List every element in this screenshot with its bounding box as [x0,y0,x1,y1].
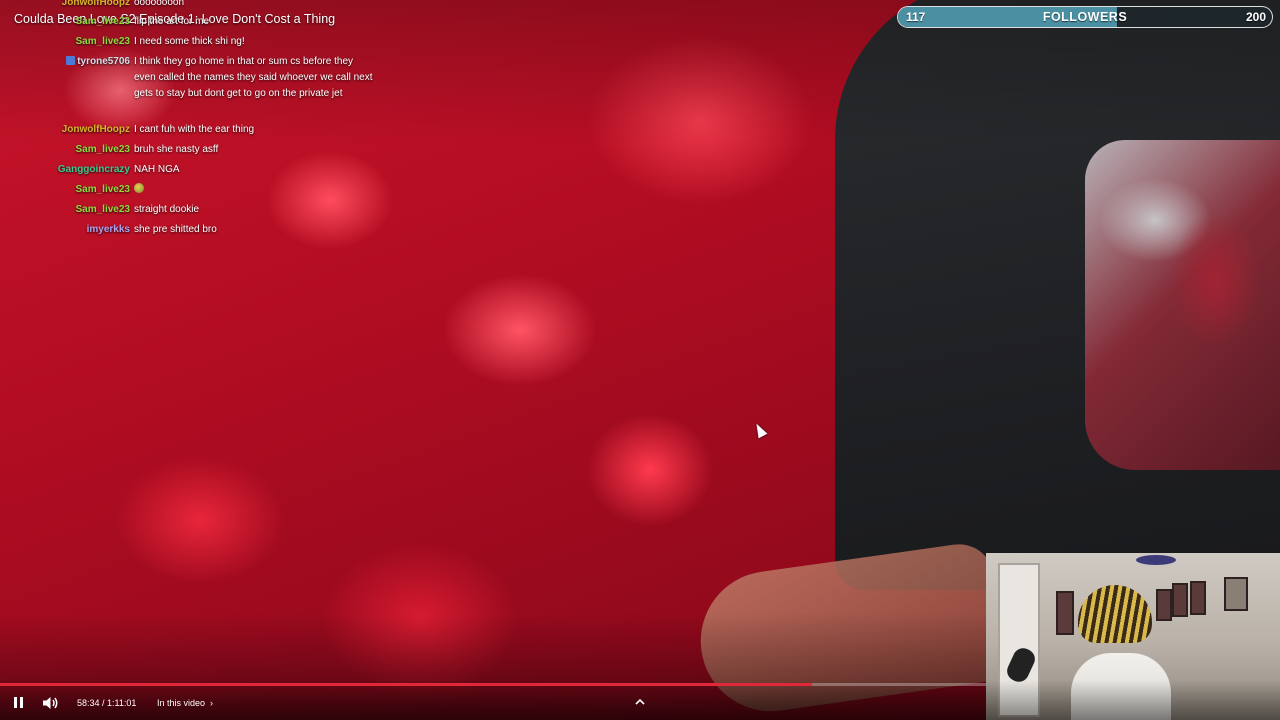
chat-username[interactable]: imyerkks [0,222,134,238]
webcam-light [1136,555,1176,565]
chat-username-text: Sam_live23 [75,184,131,195]
chat-message-text: I cant fuh with the ear thing [134,122,374,138]
chat-username-text: Sam_live23 [75,16,131,27]
chat-message-body: oooooooon [134,0,185,8]
chat-username[interactable]: Ganggoincrazy [0,162,134,178]
pause-icon[interactable] [12,696,26,710]
chat-message-body: I need some thick shi ng! [134,36,245,47]
chevron-right-icon: › [210,698,214,708]
chat-username-text: Sam_live23 [75,144,131,155]
chat-message-text: oooooooon [134,0,374,11]
webcam-poster [1190,581,1206,615]
user-badge-icon [66,56,76,65]
streamer-hair [1078,585,1152,643]
chat-username-text: JonwolfHoopz [61,0,130,8]
chat-message-body: bruh she nasty asff [134,144,219,155]
chat-username[interactable]: tyrone5706 [0,54,134,102]
in-this-video-button[interactable]: In this video › [157,698,213,708]
chat-message: imyerkks she pre shitted bro [0,222,374,238]
progress-bar[interactable] [0,683,986,686]
chat-username[interactable]: Sam_live23 [0,142,134,158]
chat-message-body: she pre shitted bro [134,224,217,235]
chat-message: Sam_live23 I need some thick shi ng! [0,34,374,50]
chat-username[interactable]: Sam_live23 [0,182,134,198]
webcam-poster [1172,583,1188,617]
webcam-poster [1224,577,1248,611]
chat-username-text: Sam_live23 [75,36,131,47]
emote-icon [134,183,144,193]
chat-username-text: imyerkks [86,224,130,235]
chat-message: tyrone5706 I think they go home in that o… [0,54,374,102]
chat-username[interactable]: Sam_live23 [0,34,134,50]
chat-message-text [134,182,374,198]
chat-message-text: I need some thick shi ng! [134,34,374,50]
progress-fill [0,683,813,686]
chat-message-body: NAH NGA [134,164,180,175]
chat-message: JonwolfHoopz oooooooon [0,0,374,11]
followers-goal: 200 [1245,10,1266,24]
chat-message-text: straight dookie [134,202,374,218]
chat-username-text: tyrone5706 [77,56,130,67]
chat-username[interactable]: JonwolfHoopz [0,0,134,11]
chat-username-text: Sam_live23 [75,204,131,215]
chat-username-text: JonwolfHoopz [61,124,130,135]
chat-message: Ganggoincrazy NAH NGA [0,162,374,178]
chat-username[interactable]: Sam_live23 [0,202,134,218]
chat-username-text: Ganggoincrazy [57,164,130,175]
time-display: 58:34 / 1:11:01 [77,698,137,708]
chat-message: Sam_live23 [0,182,374,198]
chat-message-text: she pre shitted bro [134,222,374,238]
chat-message-text: flip the art for me [134,14,374,30]
chevron-up-icon[interactable] [634,697,646,709]
chapters-label: In this video [157,698,206,708]
chat-message: Sam_live23 flip the art for me [0,14,374,30]
chat-message-body: straight dookie [134,204,200,215]
chat-username[interactable]: Sam_live23 [0,14,134,30]
webcam-poster [1156,589,1172,621]
followers-label: FOLLOWERS [1042,10,1128,24]
chat-message: Sam_live23 bruh she nasty asff [0,142,374,158]
chat-message-text: NAH NGA [134,162,374,178]
chat-username[interactable]: JonwolfHoopz [0,122,134,138]
chat-message-body: flip the art for me [134,16,210,27]
chat-message-text: bruh she nasty asff [134,142,374,158]
chat-message: Sam_live23 straight dookie [0,202,374,218]
followers-goal-bar: 117 FOLLOWERS 200 [897,6,1273,28]
chat-message-body: I think they go home in that or sum cs b… [134,56,373,99]
chat-message-body: I cant fuh with the ear thing [134,124,255,135]
chat-message: JonwolfHoopz I cant fuh with the ear thin… [0,122,374,138]
chat-message-text: I think they go home in that or sum cs b… [134,54,374,102]
webcam-poster [1056,591,1074,635]
volume-icon[interactable] [42,696,60,710]
